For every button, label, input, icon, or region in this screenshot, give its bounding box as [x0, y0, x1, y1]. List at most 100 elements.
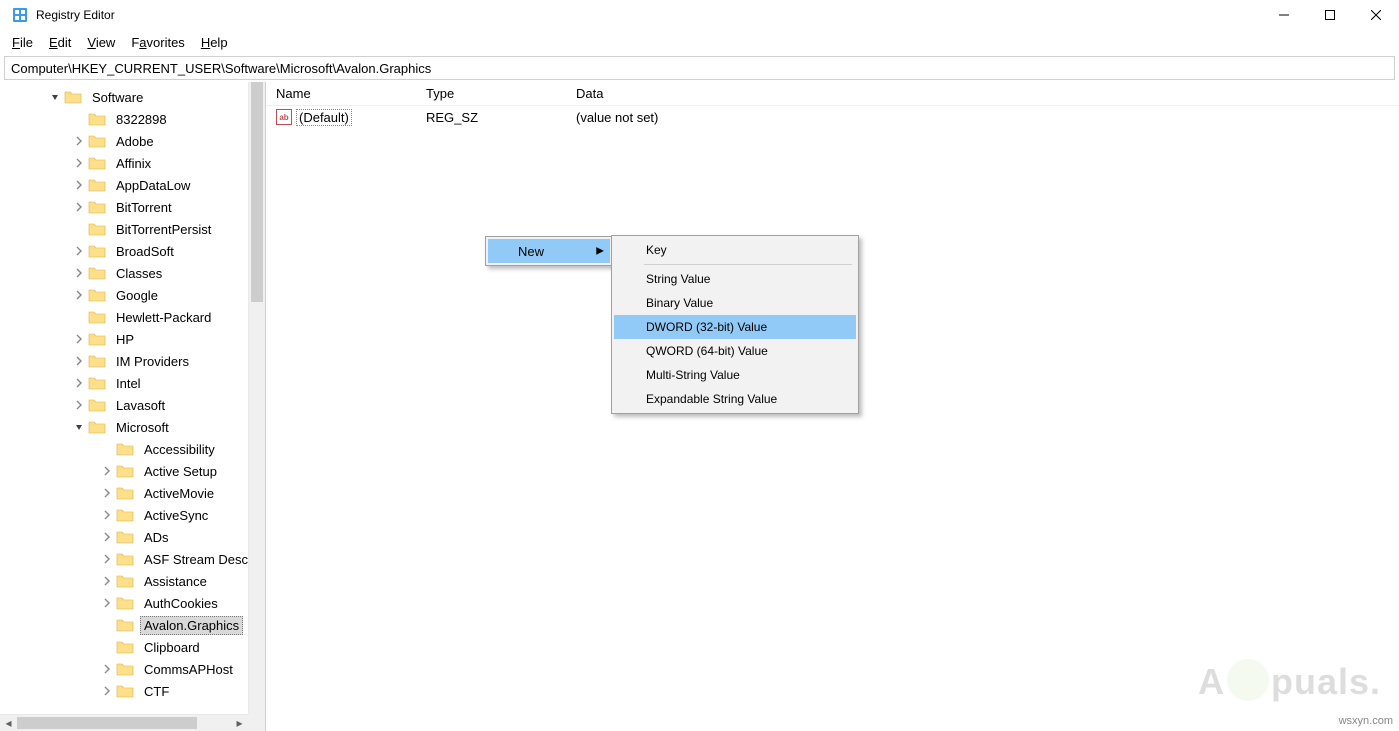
- tree-item[interactable]: CTF: [0, 680, 265, 702]
- tree-item[interactable]: BitTorrent: [0, 196, 265, 218]
- tree-item[interactable]: Intel: [0, 372, 265, 394]
- context-item[interactable]: Key: [614, 238, 856, 262]
- tree-item[interactable]: Active Setup: [0, 460, 265, 482]
- expand-toggle-icon[interactable]: [100, 640, 114, 654]
- tree-item[interactable]: Hewlett-Packard: [0, 306, 265, 328]
- tree-label: Microsoft: [112, 418, 173, 437]
- tree-label: Accessibility: [140, 440, 219, 459]
- folder-icon: [116, 574, 134, 588]
- context-item[interactable]: Expandable String Value: [614, 387, 856, 411]
- expand-toggle-icon[interactable]: [72, 420, 86, 434]
- expand-toggle-icon[interactable]: [72, 332, 86, 346]
- expand-toggle-icon[interactable]: [72, 200, 86, 214]
- expand-toggle-icon[interactable]: [72, 288, 86, 302]
- scroll-right-arrow[interactable]: ▸: [231, 715, 248, 731]
- expand-toggle-icon[interactable]: [48, 90, 62, 104]
- expand-toggle-icon[interactable]: [100, 508, 114, 522]
- expand-toggle-icon[interactable]: [72, 112, 86, 126]
- expand-toggle-icon[interactable]: [72, 310, 86, 324]
- tree-item[interactable]: Lavasoft: [0, 394, 265, 416]
- expand-toggle-icon[interactable]: [100, 442, 114, 456]
- credit-text: wsxyn.com: [1339, 715, 1393, 727]
- address-bar[interactable]: Computer\HKEY_CURRENT_USER\Software\Micr…: [4, 56, 1395, 80]
- menu-help[interactable]: Help: [193, 33, 236, 52]
- expand-toggle-icon[interactable]: [72, 244, 86, 258]
- tree-item[interactable]: Clipboard: [0, 636, 265, 658]
- close-button[interactable]: [1353, 0, 1399, 30]
- tree-item[interactable]: Accessibility: [0, 438, 265, 460]
- tree-horizontal-scrollbar[interactable]: ◂ ▸: [0, 714, 248, 731]
- tree-item[interactable]: ASF Stream Descr: [0, 548, 265, 570]
- folder-icon: [116, 508, 134, 522]
- menu-file[interactable]: File: [4, 33, 41, 52]
- expand-toggle-icon[interactable]: [100, 464, 114, 478]
- folder-icon: [88, 112, 106, 126]
- column-header-type[interactable]: Type: [416, 82, 566, 105]
- tree-item[interactable]: Classes: [0, 262, 265, 284]
- context-item[interactable]: Binary Value: [614, 291, 856, 315]
- maximize-button[interactable]: [1307, 0, 1353, 30]
- tree-item[interactable]: Adobe: [0, 130, 265, 152]
- expand-toggle-icon[interactable]: [100, 486, 114, 500]
- value-row[interactable]: ab(Default)REG_SZ(value not set): [266, 106, 1399, 128]
- tree-label: Clipboard: [140, 638, 204, 657]
- expand-toggle-icon[interactable]: [72, 134, 86, 148]
- column-header-data[interactable]: Data: [566, 82, 926, 105]
- expand-toggle-icon[interactable]: [72, 178, 86, 192]
- column-header-name[interactable]: Name: [266, 82, 416, 105]
- window-title: Registry Editor: [36, 8, 115, 22]
- tree-item[interactable]: BroadSoft: [0, 240, 265, 262]
- expand-toggle-icon[interactable]: [100, 684, 114, 698]
- expand-toggle-icon[interactable]: [100, 530, 114, 544]
- expand-toggle-icon[interactable]: [72, 376, 86, 390]
- tree-item[interactable]: Avalon.Graphics: [0, 614, 265, 636]
- tree-label: Hewlett-Packard: [112, 308, 215, 327]
- tree-item[interactable]: CommsAPHost: [0, 658, 265, 680]
- tree-label: BroadSoft: [112, 242, 178, 261]
- expand-toggle-icon[interactable]: [72, 354, 86, 368]
- expand-toggle-icon[interactable]: [72, 222, 86, 236]
- minimize-button[interactable]: [1261, 0, 1307, 30]
- tree-item[interactable]: AuthCookies: [0, 592, 265, 614]
- tree-item[interactable]: IM Providers: [0, 350, 265, 372]
- tree-item[interactable]: ADs: [0, 526, 265, 548]
- tree-item-software[interactable]: Software: [0, 86, 265, 108]
- expand-toggle-icon[interactable]: [100, 662, 114, 676]
- menu-view[interactable]: View: [79, 33, 123, 52]
- tree-item[interactable]: Microsoft: [0, 416, 265, 438]
- registry-tree[interactable]: Software8322898AdobeAffinixAppDataLowBit…: [0, 82, 265, 702]
- expand-toggle-icon[interactable]: [72, 156, 86, 170]
- context-menu-primary: New ▶: [485, 236, 613, 266]
- folder-icon: [88, 200, 106, 214]
- context-item[interactable]: QWORD (64-bit) Value: [614, 339, 856, 363]
- tree-vertical-scrollbar[interactable]: [248, 82, 265, 714]
- tree-item[interactable]: Assistance: [0, 570, 265, 592]
- context-item[interactable]: String Value: [614, 267, 856, 291]
- folder-icon: [88, 310, 106, 324]
- tree-item[interactable]: 8322898: [0, 108, 265, 130]
- tree-item[interactable]: BitTorrentPersist: [0, 218, 265, 240]
- menu-edit[interactable]: Edit: [41, 33, 79, 52]
- expand-toggle-icon[interactable]: [100, 574, 114, 588]
- tree-item[interactable]: Google: [0, 284, 265, 306]
- scrollbar-thumb[interactable]: [17, 717, 197, 729]
- expand-toggle-icon[interactable]: [100, 596, 114, 610]
- context-item[interactable]: DWORD (32-bit) Value: [614, 315, 856, 339]
- tree-item[interactable]: Affinix: [0, 152, 265, 174]
- tree-item[interactable]: ActiveMovie: [0, 482, 265, 504]
- tree-item[interactable]: AppDataLow: [0, 174, 265, 196]
- expand-toggle-icon[interactable]: [72, 398, 86, 412]
- values-header: Name Type Data: [266, 82, 1399, 106]
- tree-item[interactable]: HP: [0, 328, 265, 350]
- context-item-new[interactable]: New ▶: [488, 239, 610, 263]
- scroll-left-arrow[interactable]: ◂: [0, 715, 17, 731]
- scrollbar-thumb[interactable]: [251, 82, 263, 302]
- expand-toggle-icon[interactable]: [100, 618, 114, 632]
- tree-label: Intel: [112, 374, 145, 393]
- tree-item[interactable]: ActiveSync: [0, 504, 265, 526]
- context-item[interactable]: Multi-String Value: [614, 363, 856, 387]
- menu-favorites[interactable]: Favorites: [123, 33, 192, 52]
- expand-toggle-icon[interactable]: [72, 266, 86, 280]
- tree-label: ADs: [140, 528, 173, 547]
- expand-toggle-icon[interactable]: [100, 552, 114, 566]
